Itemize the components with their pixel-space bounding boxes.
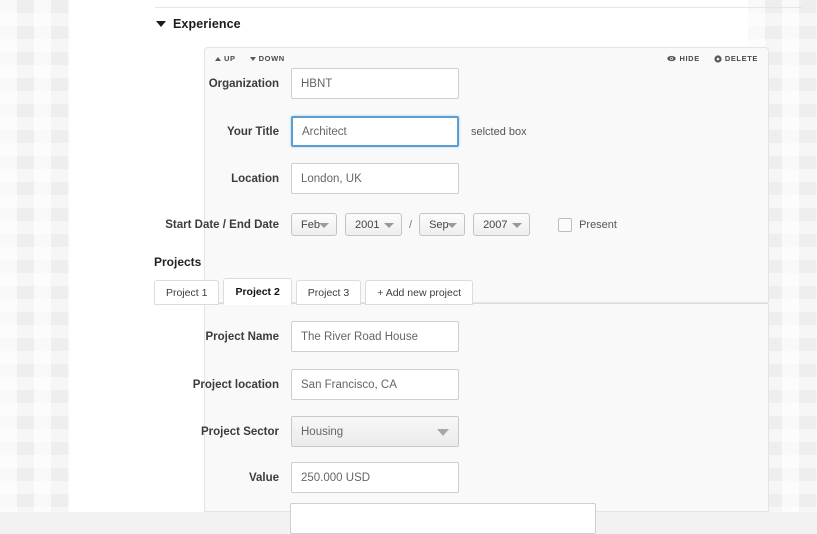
present-checkbox[interactable]	[558, 217, 573, 232]
row-dates: Start Date / End Date Feb 2001 / Sep 200…	[134, 213, 617, 236]
start-month-select[interactable]: Feb	[291, 213, 337, 236]
start-year-value: 2001	[355, 218, 380, 231]
your-title-input[interactable]	[291, 116, 459, 147]
organization-input[interactable]	[291, 68, 459, 99]
label-project-location: Project location	[192, 378, 279, 391]
label-location: Location	[231, 172, 279, 185]
move-up-label: UP	[224, 54, 236, 63]
start-month-value: Feb	[301, 218, 320, 231]
chevron-down-icon	[437, 428, 449, 436]
row-project-location: Project location	[134, 369, 459, 400]
value-input[interactable]	[291, 462, 459, 493]
label-value: Value	[248, 471, 279, 484]
label-organization: Organization	[208, 77, 279, 90]
section-title: Experience	[173, 17, 241, 31]
row-organization: Organization	[134, 68, 459, 99]
move-down-button[interactable]: DOWN	[249, 54, 285, 63]
project-sector-select[interactable]: Housing	[291, 416, 459, 447]
label-project-name: Project Name	[205, 330, 279, 343]
tab-project-2[interactable]: Project 2	[223, 278, 292, 305]
date-separator: /	[409, 218, 413, 231]
chevron-down-icon	[319, 222, 329, 228]
label-project-sector: Project Sector	[201, 425, 279, 438]
tab-project-1[interactable]: Project 1	[154, 280, 220, 305]
end-month-value: Sep	[429, 218, 449, 231]
label-your-title: Your Title	[227, 125, 279, 138]
delete-label: DELETE	[724, 54, 758, 63]
row-project-sector: Project Sector Housing	[134, 416, 459, 447]
card-toolbar-right: HIDE DELETE	[667, 54, 758, 63]
caret-down-icon	[156, 21, 166, 27]
triangle-down-icon	[249, 56, 256, 61]
selected-box-annotation: selcted box	[471, 125, 527, 138]
row-project-name: Project Name	[134, 321, 459, 352]
project-name-input[interactable]	[291, 321, 459, 352]
row-your-title: Your Title selcted box	[134, 116, 527, 147]
eye-icon	[667, 55, 677, 62]
project-tabs: Project 1 Project 2 Project 3 + Add new …	[154, 278, 477, 305]
triangle-up-icon	[215, 56, 221, 61]
move-up-button[interactable]: UP	[215, 54, 236, 63]
projects-title: Projects	[154, 255, 202, 269]
label-dates: Start Date / End Date	[165, 218, 279, 231]
end-year-select[interactable]: 2007	[473, 213, 531, 236]
next-field-cutoff[interactable]	[290, 503, 596, 534]
end-year-value: 2007	[483, 218, 508, 231]
delete-button[interactable]: DELETE	[714, 54, 758, 63]
start-year-select[interactable]: 2001	[345, 213, 402, 236]
chevron-down-icon	[512, 222, 523, 228]
section-heading-experience[interactable]: Experience	[156, 17, 241, 31]
card-toolbar-left: UP DOWN	[215, 54, 285, 63]
end-month-select[interactable]: Sep	[419, 213, 466, 236]
circle-dot-icon	[714, 54, 722, 63]
move-down-label: DOWN	[258, 54, 285, 63]
row-location: Location	[134, 163, 459, 194]
row-value: Value	[134, 462, 459, 493]
chevron-down-icon	[447, 222, 458, 228]
present-label: Present	[579, 218, 617, 231]
top-divider	[155, 7, 803, 8]
tab-add-new-project[interactable]: + Add new project	[365, 280, 473, 305]
project-sector-value: Housing	[301, 425, 344, 438]
tab-project-3[interactable]: Project 3	[295, 280, 362, 305]
project-location-input[interactable]	[291, 369, 459, 400]
hide-label: HIDE	[679, 54, 700, 63]
location-input[interactable]	[291, 163, 459, 194]
chevron-down-icon	[384, 222, 394, 228]
hide-button[interactable]: HIDE	[667, 54, 699, 63]
